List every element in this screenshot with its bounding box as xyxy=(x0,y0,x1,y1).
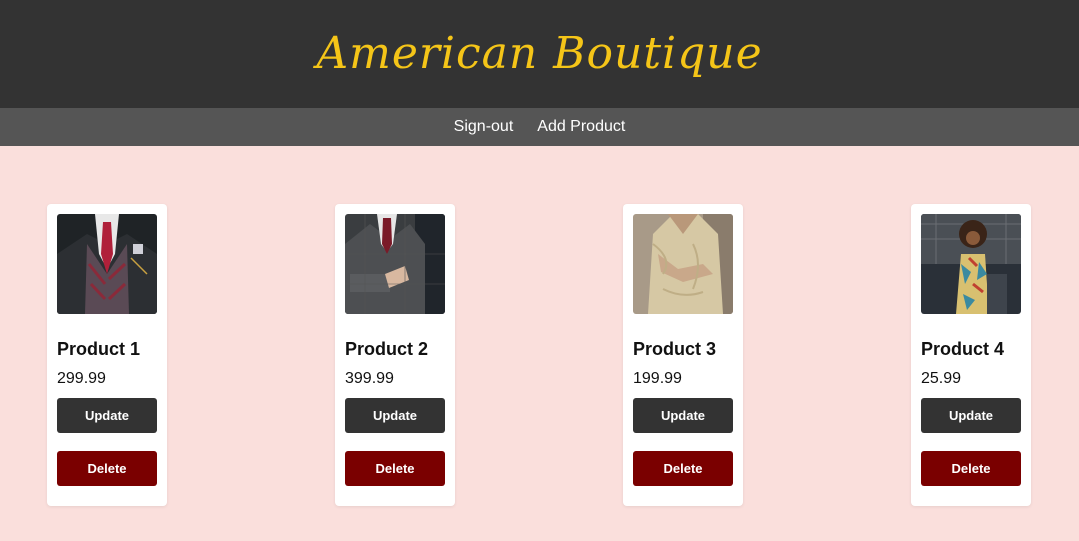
product-card: Product 2 399.99 Update Delete xyxy=(335,204,455,506)
delete-button[interactable]: Delete xyxy=(57,451,157,486)
product-card: Product 4 25.99 Update Delete xyxy=(911,204,1031,506)
product-card: Product 1 299.99 Update Delete xyxy=(47,204,167,506)
product-image xyxy=(57,214,157,314)
product-name: Product 3 xyxy=(633,339,717,359)
brand-logo: American Boutique xyxy=(316,27,763,79)
update-button[interactable]: Update xyxy=(921,398,1021,433)
product-name: Product 2 xyxy=(345,339,429,359)
delete-button[interactable]: Delete xyxy=(345,451,445,486)
product-card: Product 3 199.99 Update Delete xyxy=(623,204,743,506)
product-price: 25.99 xyxy=(921,370,962,387)
nav-bar: Sign-out Add Product xyxy=(0,108,1079,146)
product-price: 199.99 xyxy=(633,370,682,387)
product-image xyxy=(345,214,445,314)
product-name: Product 1 xyxy=(57,339,141,359)
update-button[interactable]: Update xyxy=(57,398,157,433)
product-image xyxy=(633,214,733,314)
update-button[interactable]: Update xyxy=(633,398,733,433)
delete-button[interactable]: Delete xyxy=(921,451,1021,486)
product-price: 299.99 xyxy=(57,370,106,387)
add-product-link[interactable]: Add Product xyxy=(537,118,625,136)
site-header: American Boutique xyxy=(0,0,1079,108)
product-name: Product 4 xyxy=(921,339,1005,359)
sign-out-link[interactable]: Sign-out xyxy=(454,118,514,136)
update-button[interactable]: Update xyxy=(345,398,445,433)
product-image xyxy=(921,214,1021,314)
product-price: 399.99 xyxy=(345,370,394,387)
delete-button[interactable]: Delete xyxy=(633,451,733,486)
